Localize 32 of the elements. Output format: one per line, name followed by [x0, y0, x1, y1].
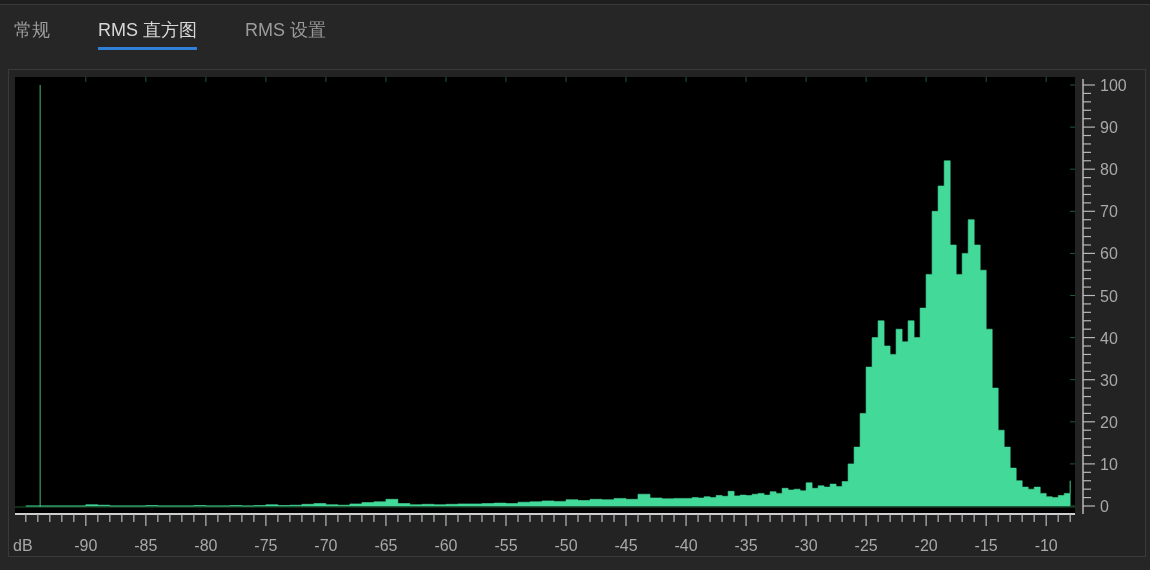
- axis-label: 80: [1100, 161, 1118, 179]
- axis-label: -65: [374, 537, 398, 554]
- axis-label: -40: [674, 537, 698, 554]
- axis-label: 60: [1100, 245, 1118, 263]
- axis-label: -70: [314, 537, 338, 554]
- axis-label: -75: [254, 537, 278, 554]
- axis-label: -30: [794, 537, 818, 554]
- tab[interactable]: RMS 设置: [245, 18, 326, 50]
- axis-label: -55: [494, 537, 518, 554]
- axis-label: 20: [1100, 413, 1118, 431]
- axis-label: -50: [554, 537, 578, 554]
- axis-label: 70: [1100, 203, 1118, 221]
- axis-label: 100: [1100, 77, 1127, 94]
- tab[interactable]: 常规: [14, 18, 50, 50]
- axis-label: -15: [974, 537, 998, 554]
- axis-label: -10: [1034, 537, 1058, 554]
- axis-label: -45: [614, 537, 638, 554]
- axis-label: 10: [1100, 455, 1118, 473]
- axis-label: 40: [1100, 329, 1118, 347]
- axis-label: -35: [734, 537, 758, 554]
- axis-label: 0: [1100, 498, 1109, 515]
- axis-label: -85: [134, 537, 158, 554]
- axis-label: 30: [1100, 371, 1118, 389]
- axis-label: -90: [74, 537, 98, 554]
- axis-label: -80: [194, 537, 218, 554]
- axis-label: -60: [434, 537, 458, 554]
- axis-title: dB: [13, 537, 33, 554]
- axis-label: 90: [1100, 119, 1118, 137]
- tab[interactable]: RMS 直方图: [98, 18, 197, 50]
- axis-label: -20: [914, 537, 938, 554]
- axis-label: 50: [1100, 287, 1118, 305]
- axis-label: -25: [854, 537, 878, 554]
